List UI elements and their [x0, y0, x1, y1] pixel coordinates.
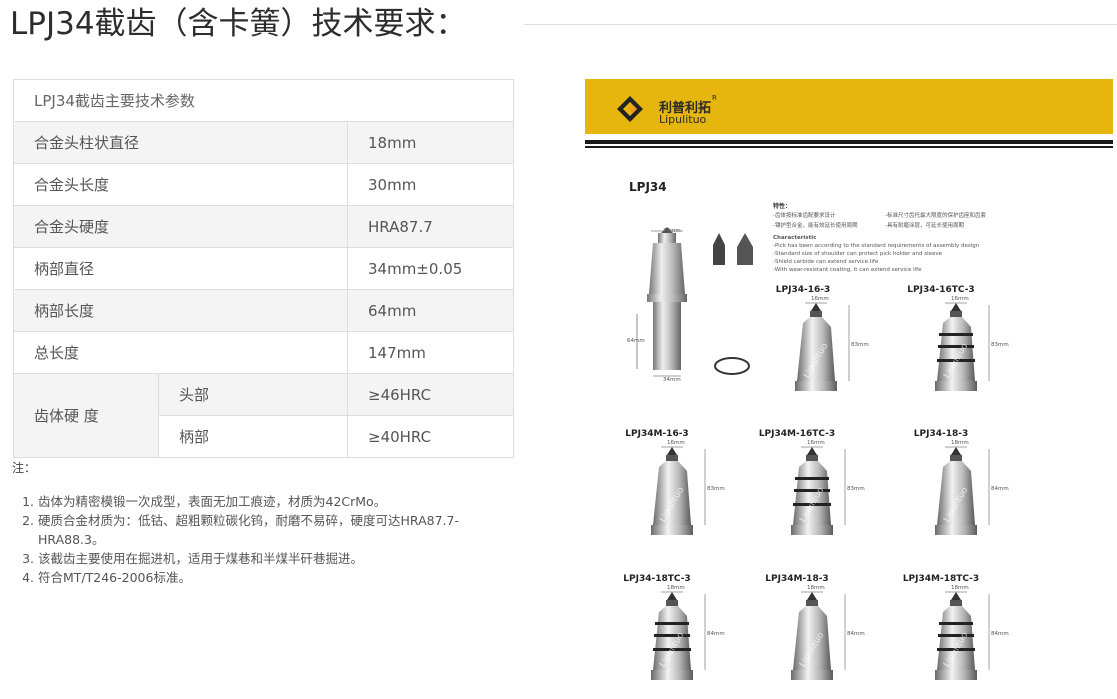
dimension-label: 16mm: [811, 296, 829, 302]
carbide-tips-drawing: [713, 233, 753, 265]
feature-text: Characteristic: [773, 235, 817, 241]
table-row: 总长度 147mm: [13, 331, 514, 374]
dimension-label: 16mm: [951, 296, 969, 302]
dimension-label: 18mm: [807, 585, 825, 591]
feature-text: -齿体按标准齿配要求设计: [773, 213, 836, 219]
dimension-label: 64mm: [627, 338, 645, 344]
list-item: 该截齿主要使用在掘进机，适用于煤巷和半煤半矸巷掘进。: [38, 549, 508, 568]
features-title: 特性：: [773, 203, 792, 210]
row-value: 64mm: [347, 289, 514, 332]
notes-label: 注：: [12, 461, 37, 475]
divider-bar: [585, 140, 1113, 144]
feature-text: -With wear-resistant coating, it can ext…: [773, 267, 922, 273]
model-title: LPJ34: [629, 180, 667, 194]
feature-text: -Shield carbide can extend service life: [773, 259, 879, 265]
row-value: 30mm: [347, 163, 514, 206]
notes-list: 齿体为精密模锻一次成型，表面无加工痕迹，材质为42CrMo。 硬质合金材质为：低…: [16, 492, 508, 587]
hardness-group-label: 齿体硬 度: [13, 373, 159, 458]
brand-name-en: Lipulituo: [659, 113, 707, 126]
row-value: 147mm: [347, 331, 514, 374]
variant-label: LPJ34M-18-3: [765, 574, 829, 584]
variant-label: LPJ34M-16-3: [625, 429, 689, 439]
row-label: 合金头柱状直径: [13, 121, 348, 164]
variant-label: LPJ34M-16TC-3: [758, 429, 836, 439]
table-row: 合金头硬度 HRA87.7: [13, 205, 514, 248]
feature-text: -标准尺寸齿托最大限度的保护齿座和齿套: [885, 213, 986, 219]
table-caption: LPJ34截齿主要技术参数: [13, 79, 514, 122]
table-caption-row: LPJ34截齿主要技术参数: [13, 79, 514, 122]
table-row: 齿体硬 度 头部 ≥46HRC: [13, 373, 514, 458]
dimension-label: 84mm: [707, 631, 725, 637]
brand-banner: 利普利拓 Lipulituo R: [585, 79, 1113, 134]
feature-text: -Pick has been according to the standard…: [773, 243, 980, 249]
dimension-label: 18mm: [951, 440, 969, 446]
dimension-label: 16mm: [667, 440, 685, 446]
table-row: 合金头长度 30mm: [13, 163, 514, 206]
row-value: HRA87.7: [347, 205, 514, 248]
page-header: LPJ34截齿（含卡簧）技术要求：: [0, 0, 1117, 50]
dimension-label: 84mm: [991, 486, 1009, 492]
row-label: 柄部: [158, 415, 348, 458]
variant-label: LPJ34-18-3: [913, 429, 969, 439]
dimension-label: 30mm: [663, 228, 681, 234]
dimension-label: 83mm: [851, 342, 869, 348]
dimension-label: 84mm: [847, 631, 865, 637]
row-label: 合金头硬度: [13, 205, 348, 248]
row-value: ≥40HRC: [347, 415, 514, 458]
variant-label: LPJ34-16-3: [775, 285, 831, 295]
dimension-label: 34mm: [663, 377, 681, 383]
dimension-label: 83mm: [707, 486, 725, 492]
spec-table: LPJ34截齿主要技术参数 合金头柱状直径 18mm 合金头长度 30mm 合金…: [13, 79, 514, 458]
registered-mark: R: [712, 94, 717, 102]
circlip-drawing: [714, 357, 750, 375]
dimension-label: 84mm: [991, 631, 1009, 637]
row-label: 柄部直径: [13, 247, 348, 290]
variant-label: LPJ34M-18TC-3: [902, 574, 980, 584]
product-image: 利普利拓 Lipulituo R LPJ34 特性： -齿体按标准齿配要求设计 …: [585, 79, 1113, 699]
row-label: 总长度: [13, 331, 348, 374]
dimension-label: 18mm: [951, 585, 969, 591]
row-label: 头部: [158, 373, 348, 416]
list-item: 齿体为精密模锻一次成型，表面无加工痕迹，材质为42CrMo。: [38, 492, 508, 511]
feature-text: -镶护型合金，能有效延长使用周期: [773, 223, 858, 229]
dimension-label: 18mm: [667, 585, 685, 591]
table-row: 柄部直径 34mm±0.05: [13, 247, 514, 290]
brand-logo-icon: [617, 96, 643, 122]
feature-text: -具有耐磨涂层，可延长使用周期: [885, 223, 964, 229]
page-title: LPJ34截齿（含卡簧）技术要求：: [10, 6, 467, 42]
row-label: 柄部长度: [13, 289, 348, 332]
variant-label: LPJ34-18TC-3: [623, 574, 691, 584]
dimension-label: 83mm: [847, 486, 865, 492]
dimension-label: 83mm: [991, 342, 1009, 348]
row-label: 合金头长度: [13, 163, 348, 206]
feature-text: -Standard size of shoulder can protect p…: [773, 251, 943, 257]
variant-label: LPJ34-16TC-3: [907, 285, 975, 295]
list-item: 符合MT/T246-2006标准。: [38, 568, 508, 587]
title-divider: [524, 24, 1117, 25]
table-row: 合金头柱状直径 18mm: [13, 121, 514, 164]
list-item: 硬质合金材质为：低钴、超粗颗粒碳化钨，耐磨不易碎，硬度可达HRA87.7-HRA…: [38, 511, 508, 549]
dimension-label: 16mm: [807, 440, 825, 446]
row-value: 34mm±0.05: [347, 247, 514, 290]
row-value: ≥46HRC: [347, 373, 514, 416]
row-value: 18mm: [347, 121, 514, 164]
divider-bar: [585, 146, 1113, 148]
table-row: 柄部长度 64mm: [13, 289, 514, 332]
